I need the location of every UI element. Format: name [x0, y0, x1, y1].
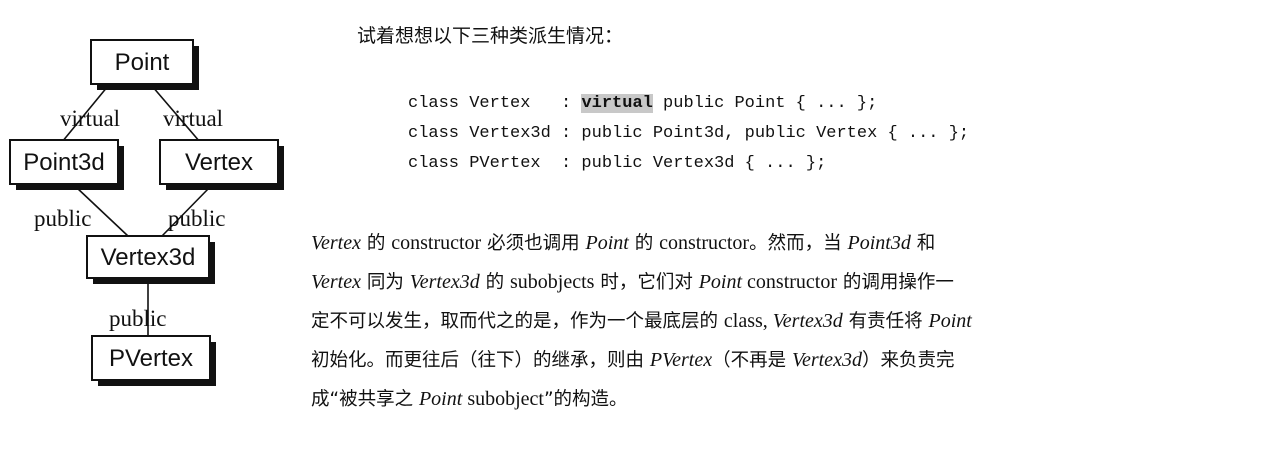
paragraph-line: 成“被共享之 Point subobject”的构造。: [311, 380, 1209, 419]
explanation-paragraph: Vertex 的 constructor 必须也调用 Point 的 const…: [311, 224, 1209, 419]
paragraph-line: Vertex 的 constructor 必须也调用 Point 的 const…: [311, 224, 1209, 263]
text-run: 同为: [360, 272, 410, 293]
italic-term: Point: [698, 271, 743, 293]
node-vertex3d-label: Vertex3d: [101, 244, 196, 271]
node-point3d: Point3d: [9, 139, 124, 190]
text-run: subobjects: [510, 271, 595, 293]
text-run: 。然而，当: [749, 233, 848, 254]
text-run: subobject: [462, 388, 544, 410]
paragraph-line: Vertex 同为 Vertex3d 的 subobjects 时，它们对 Po…: [311, 263, 1209, 302]
node-point-label: Point: [115, 49, 170, 76]
node-vertex3d: Vertex3d: [86, 235, 215, 284]
italic-term: Vertex3d: [767, 310, 843, 332]
text-run: constructor: [659, 232, 750, 254]
text-run: （不再是: [712, 350, 792, 371]
edge-label-pvertex-vertex3d: public: [109, 306, 167, 331]
edge-label-vertex-point: virtual: [163, 106, 223, 131]
code-line-1: class Vertex : virtual public Point { ..…: [408, 94, 877, 113]
text-run: constructor: [391, 232, 482, 254]
text-run: ”的构造。: [543, 389, 628, 410]
italic-term: Point: [418, 388, 463, 410]
text-run: 的: [360, 233, 392, 254]
edge-label-vertex3d-point3d: public: [34, 206, 92, 231]
text-run: 定不可以发生，取而代之的是，作为一个最底层的: [311, 311, 724, 332]
italic-term: Vertex: [311, 271, 361, 293]
text-run: 时，它们对: [594, 272, 699, 293]
node-pvertex: PVertex: [91, 335, 216, 386]
text-run: 的: [479, 272, 510, 293]
node-vertex-label: Vertex: [185, 149, 253, 176]
text-run: 的调用操作一: [837, 272, 954, 293]
text-run: 有责任将: [842, 311, 929, 332]
text-run: 必须也调用: [481, 233, 586, 254]
text-run: 成“被共享之: [311, 389, 419, 410]
paragraph-line: 初始化。而更往后（往下）的继承，则由 PVertex（不再是 Vertex3d）…: [311, 341, 1209, 380]
code-line-2: class Vertex3d : public Point3d, public …: [408, 124, 970, 143]
edge-label-vertex3d-vertex: public: [168, 206, 226, 231]
code-line-1-end: public Point { ... };: [652, 94, 878, 113]
virtual-keyword-highlight: virtual: [581, 94, 653, 113]
italic-term: Vertex: [311, 232, 361, 254]
node-point: Point: [90, 39, 199, 90]
italic-term: Point: [585, 232, 629, 254]
italic-term: PVertex: [649, 349, 713, 371]
node-pvertex-label: PVertex: [109, 345, 193, 372]
code-line-1-start: class Vertex :: [408, 94, 582, 113]
text-run: 的: [628, 233, 660, 254]
italic-term: Point3d: [847, 232, 911, 254]
text-run: class,: [723, 310, 768, 332]
node-point3d-label: Point3d: [23, 149, 104, 176]
text-run: 初始化。而更往后（往下）的继承，则由: [311, 350, 650, 371]
italic-term: Point: [928, 310, 972, 332]
text-run: constructor: [742, 271, 838, 293]
text-run: 和: [910, 233, 936, 254]
paragraph-line: 定不可以发生，取而代之的是，作为一个最底层的 class, Vertex3d 有…: [311, 302, 1209, 341]
code-line-3: class PVertex : public Vertex3d { ... };: [408, 154, 827, 173]
italic-term: Vertex3d: [409, 271, 480, 293]
edge-label-point3d-point: virtual: [60, 106, 120, 131]
code-block: class Vertex : virtual public Point { ..…: [408, 89, 969, 179]
inheritance-diagram: virtual virtual public public public Poi…: [9, 39, 284, 386]
node-vertex: Vertex: [159, 139, 284, 190]
text-run: ）来负责完: [861, 350, 955, 371]
intro-sentence: 试着想想以下三种类派生情况：: [357, 25, 624, 47]
italic-term: Vertex3d: [791, 349, 862, 371]
